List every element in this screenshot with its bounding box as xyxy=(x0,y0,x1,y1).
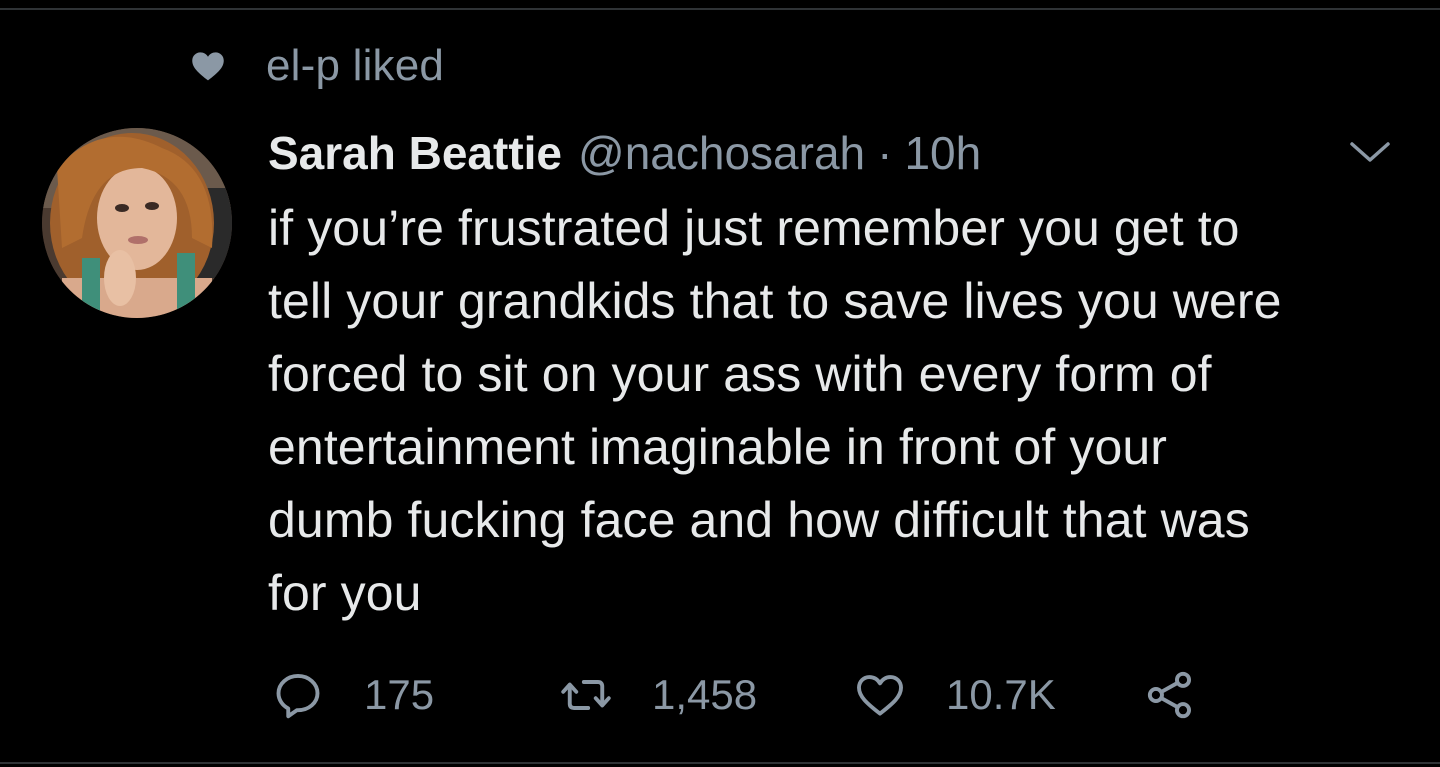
tweet-text: if you’re frustrated just remember you g… xyxy=(268,200,1282,621)
top-divider xyxy=(0,8,1440,10)
retweet-count: 1,458 xyxy=(652,671,758,718)
heart-icon xyxy=(190,48,226,84)
reply-icon xyxy=(272,669,324,721)
author-display-name[interactable]: Sarah Beattie xyxy=(268,126,562,180)
retweet-icon xyxy=(560,669,612,721)
share-button[interactable] xyxy=(1144,666,1196,724)
retweet-button[interactable]: 1,458 xyxy=(560,666,757,724)
social-context-text[interactable]: el-p liked xyxy=(266,41,444,91)
share-icon xyxy=(1144,669,1196,721)
reply-button[interactable]: 175 xyxy=(272,666,434,724)
tweet-timestamp[interactable]: 10h xyxy=(904,126,981,180)
header-separator: · xyxy=(877,127,893,179)
author-handle[interactable]: @nachosarah xyxy=(578,126,865,180)
like-button[interactable]: 10.7K xyxy=(854,666,1056,724)
avatar[interactable] xyxy=(42,128,232,318)
more-options-button[interactable] xyxy=(1348,134,1392,170)
tweet-actions: 175 1,458 10.7K xyxy=(272,666,1272,724)
reply-count: 175 xyxy=(364,671,435,718)
tweet-header: Sarah Beattie @nachosarah · 10h xyxy=(268,122,981,184)
chevron-down-icon xyxy=(1348,142,1392,174)
like-count: 10.7K xyxy=(946,671,1056,718)
bottom-divider xyxy=(0,762,1440,764)
social-context[interactable]: el-p liked xyxy=(190,41,444,91)
heart-outline-icon xyxy=(854,669,906,721)
